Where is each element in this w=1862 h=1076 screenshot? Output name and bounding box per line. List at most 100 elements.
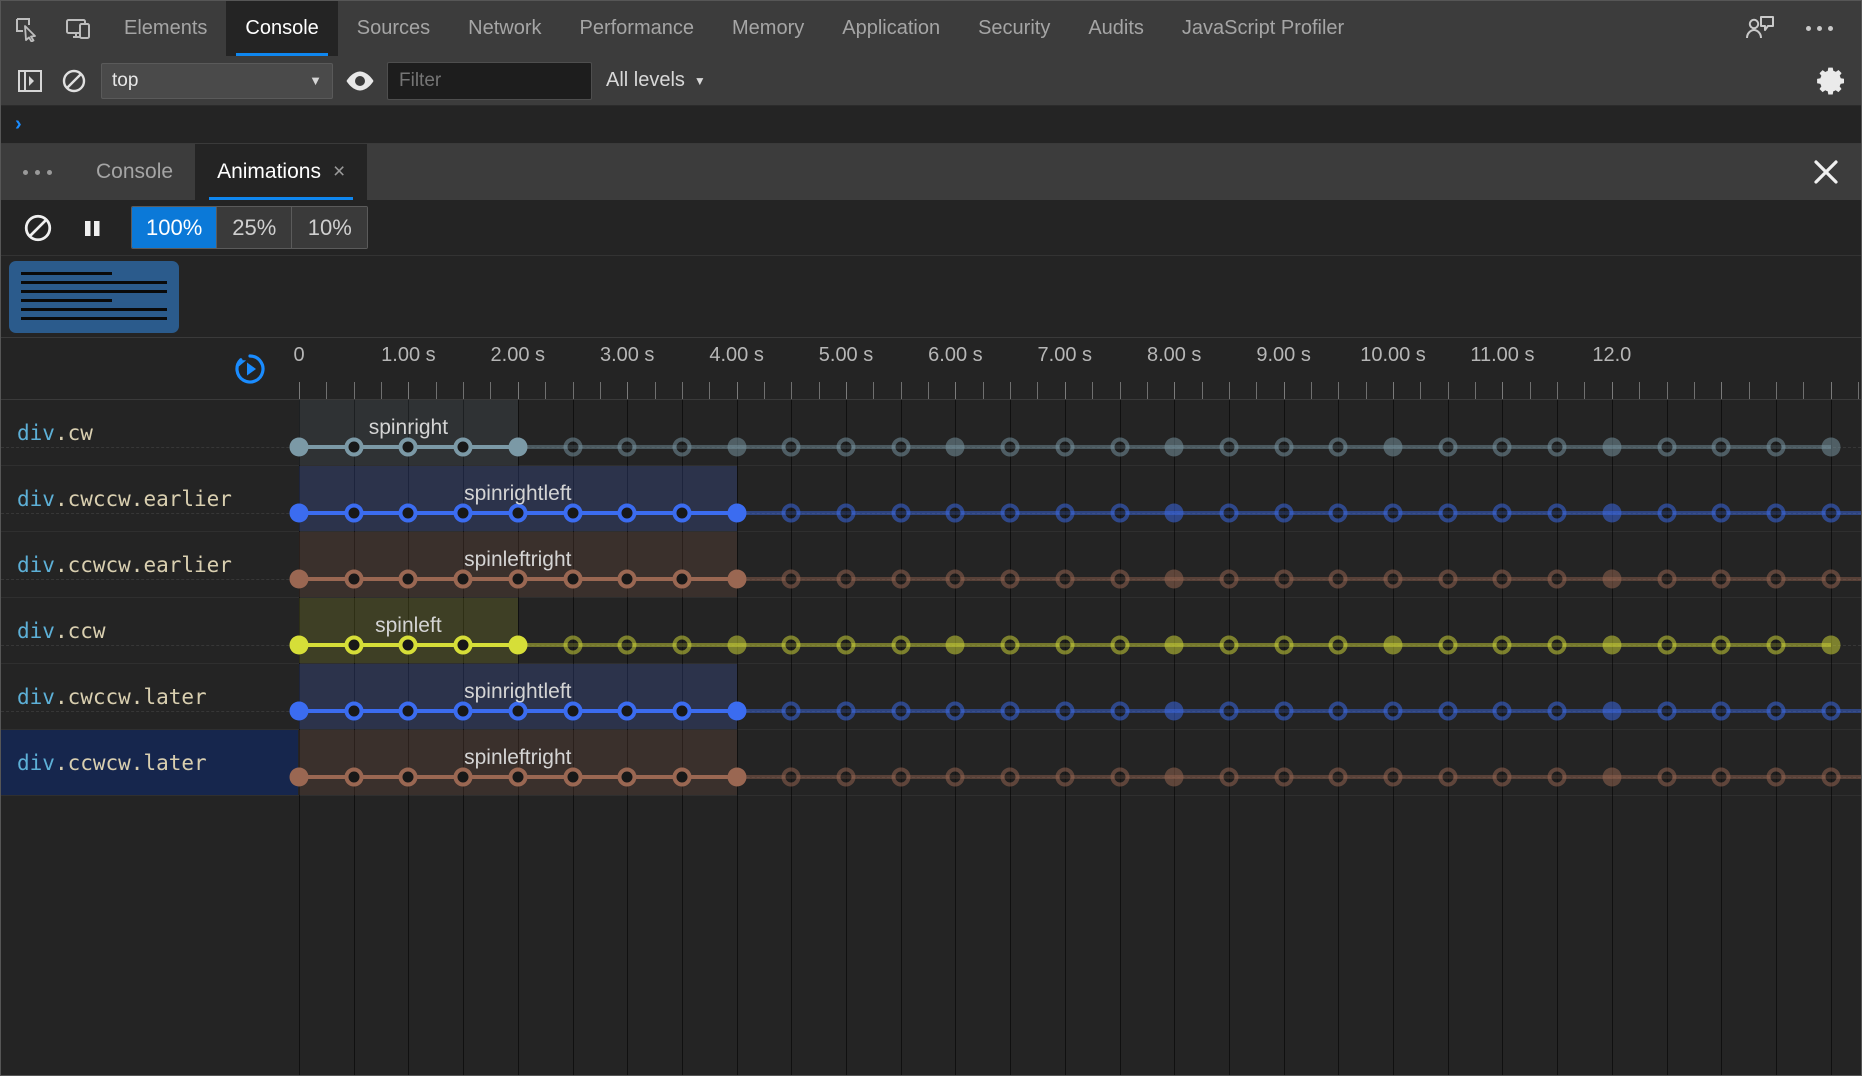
tab-audits[interactable]: Audits	[1069, 1, 1163, 56]
animations-toolbar: 100% 25% 10%	[1, 200, 1861, 256]
animation-row[interactable]: spinrightleft div.cwccw.later	[1, 664, 1861, 730]
ruler-tick-label: 5.00 s	[819, 344, 873, 367]
tab-application[interactable]: Application	[823, 1, 959, 56]
chevron-down-icon: ▼	[309, 73, 322, 88]
keyframe-dot	[618, 438, 637, 457]
speed-100-button[interactable]: 100%	[132, 207, 217, 248]
clear-all-animations-icon[interactable]	[13, 203, 63, 253]
animation-row[interactable]: spinleftdiv.ccw	[1, 598, 1861, 664]
tab-performance[interactable]: Performance	[561, 1, 714, 56]
replay-icon[interactable]	[233, 352, 267, 391]
keyframe-dot	[1712, 438, 1731, 457]
keyframe-dot	[672, 768, 691, 787]
keyframe-dot	[1274, 570, 1293, 589]
keyframe-boundary-dot	[1165, 636, 1184, 655]
ruler-tick	[1147, 382, 1148, 399]
ruler-tick	[1557, 382, 1558, 399]
drawer-tab-animations[interactable]: Animations ×	[195, 144, 367, 200]
ruler-tick-label: 11.00 s	[1470, 344, 1534, 367]
ruler-tick	[1776, 382, 1777, 399]
keyframe-dot	[563, 438, 582, 457]
keyframe-dot	[563, 768, 582, 787]
keyframe-dot	[672, 570, 691, 589]
close-icon[interactable]: ×	[333, 160, 345, 184]
clear-console-icon[interactable]	[57, 64, 91, 98]
animation-group-preview[interactable]	[9, 261, 179, 333]
keyframe-dot	[1110, 570, 1129, 589]
tab-network[interactable]: Network	[449, 1, 560, 56]
keyframe-dot	[1712, 504, 1731, 523]
feedback-icon[interactable]	[1734, 15, 1786, 43]
device-toolbar-icon[interactable]	[53, 1, 105, 56]
animation-row-label-cell[interactable]: div.ccwcw.earlier	[1, 532, 298, 597]
animation-name-label: spinrightleft	[464, 680, 571, 704]
speed-25-button[interactable]: 25%	[217, 207, 292, 248]
tab-javascript-profiler[interactable]: JavaScript Profiler	[1163, 1, 1363, 56]
tab-sources[interactable]: Sources	[338, 1, 449, 56]
keyframe-dot	[1384, 702, 1403, 721]
live-expression-eye-icon[interactable]	[343, 64, 377, 98]
animation-name-label: spinleftright	[464, 548, 571, 572]
tab-elements[interactable]: Elements	[105, 1, 226, 56]
timeline-ruler[interactable]: 01.00 s2.00 s3.00 s4.00 s5.00 s6.00 s7.0…	[1, 338, 1861, 400]
keyframe-dot	[1657, 636, 1676, 655]
speed-10-button[interactable]: 10%	[292, 207, 367, 248]
animation-row[interactable]: spinrightdiv.cw	[1, 400, 1861, 466]
keyframe-dot	[1274, 636, 1293, 655]
element-class-names: .cw	[55, 421, 93, 445]
ruler-tick	[901, 382, 902, 399]
ruler-tick	[1475, 382, 1476, 399]
animation-row-label-cell[interactable]: div.cw	[1, 400, 298, 465]
inspect-element-icon[interactable]	[1, 1, 53, 56]
keyframe-dot	[837, 768, 856, 787]
main-tab-strip: Elements Console Sources Network Perform…	[1, 1, 1861, 56]
ruler-tick	[627, 382, 628, 399]
speed-25-label: 25%	[232, 215, 276, 241]
keyframe-boundary-dot	[508, 438, 527, 457]
gear-icon[interactable]	[1815, 64, 1849, 98]
animation-row-label-cell[interactable]: div.cwccw.earlier	[1, 466, 298, 531]
more-options-icon[interactable]	[1792, 26, 1847, 31]
ruler-tick-label: 4.00 s	[709, 344, 763, 367]
drawer-more-tools-icon[interactable]	[1, 144, 74, 200]
animation-row-label-cell[interactable]: div.ccwcw.later	[1, 730, 298, 795]
animation-row[interactable]: spinleftright div.ccwcw.earlier	[1, 532, 1861, 598]
keyframe-dot	[1110, 504, 1129, 523]
drawer-close-icon[interactable]	[1791, 144, 1861, 200]
filter-input[interactable]	[387, 62, 592, 100]
timeline-gridline	[1010, 400, 1011, 1075]
ruler-tick-label: 1.00 s	[381, 344, 435, 367]
keyframe-boundary-dot	[727, 504, 746, 523]
keyframe-dot	[454, 570, 473, 589]
ruler-tick-label: 0	[293, 344, 304, 367]
keyframe-dot	[891, 702, 910, 721]
keyframe-dot	[1219, 570, 1238, 589]
ruler-tick	[490, 382, 491, 399]
animation-row[interactable]: spinleftrightdiv.ccwcw.later	[1, 730, 1861, 796]
animation-row-label-cell[interactable]: div.ccw	[1, 598, 298, 663]
keyframe-dot	[1274, 504, 1293, 523]
drawer-tab-console[interactable]: Console	[74, 144, 195, 200]
ruler-tick	[846, 382, 847, 399]
keyframe-dot	[1219, 636, 1238, 655]
execution-context-select[interactable]: top ▼	[101, 63, 333, 99]
console-sidebar-toggle-icon[interactable]	[13, 64, 47, 98]
tab-memory[interactable]: Memory	[713, 1, 823, 56]
tab-console[interactable]: Console	[226, 1, 337, 56]
element-tag-name: div	[17, 619, 55, 643]
ruler-tick-label: 10.00 s	[1360, 344, 1426, 367]
animation-row[interactable]: spinrightleftdiv.cwccw.earlier	[1, 466, 1861, 532]
tab-security[interactable]: Security	[959, 1, 1069, 56]
keyframe-dot	[618, 504, 637, 523]
keyframe-boundary-dot	[946, 636, 965, 655]
console-prompt[interactable]: ›	[1, 106, 1861, 144]
animation-row-label-cell[interactable]: div.cwccw.later	[1, 664, 298, 729]
pause-all-animations-icon[interactable]	[67, 203, 117, 253]
keyframe-dot	[618, 636, 637, 655]
keyframe-boundary-dot	[290, 768, 309, 787]
ruler-tick-label: 2.00 s	[491, 344, 545, 367]
devtools-window: Elements Console Sources Network Perform…	[0, 0, 1862, 1076]
keyframe-dot	[1329, 438, 1348, 457]
ruler-tick	[791, 382, 792, 399]
log-levels-select[interactable]: All levels ▼	[606, 69, 706, 92]
